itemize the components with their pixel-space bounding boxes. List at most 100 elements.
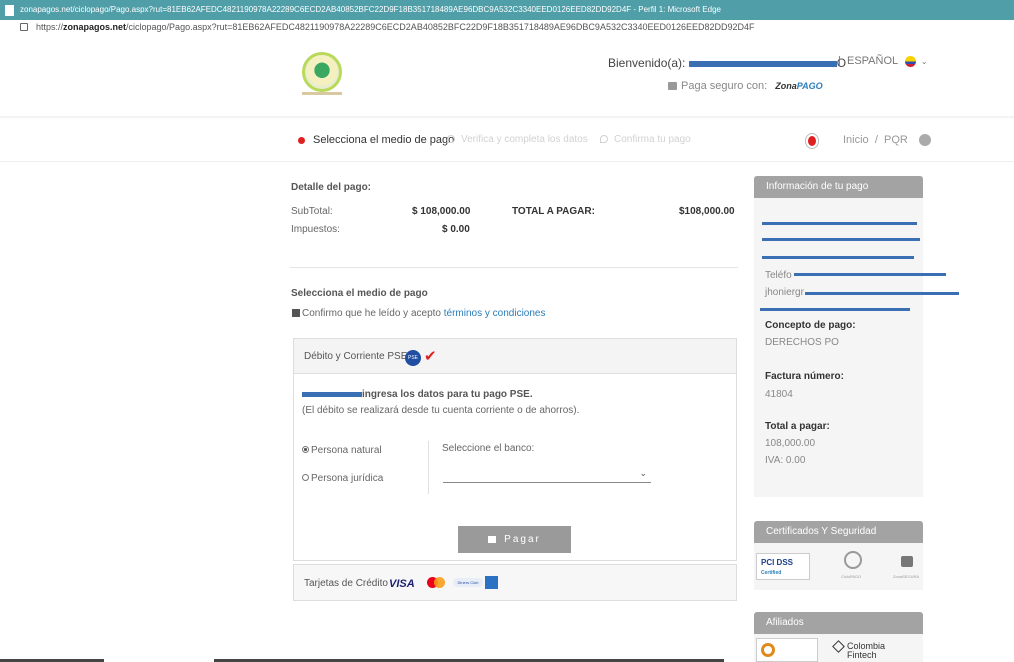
- iva-value: IVA: 0.00: [765, 455, 806, 466]
- concept-label: Concepto de pago:: [765, 320, 856, 331]
- subtotal-label: SubTotal:: [291, 206, 333, 217]
- chevron-down-icon: ⌄: [920, 57, 928, 66]
- total-pay-value: 108,000.00: [765, 438, 816, 449]
- affiliates-header: Afiliados: [754, 612, 923, 634]
- column-divider: [428, 441, 429, 494]
- language-selector[interactable]: | ESPAÑOL ⌄: [838, 55, 928, 67]
- url-prefix: https://: [36, 22, 64, 32]
- secure-payment: Paga seguro con: ZonaPAGO: [668, 80, 823, 92]
- zonapago-logo-b: PAGO: [796, 81, 823, 91]
- invoice-label: Factura número:: [765, 371, 844, 382]
- redacted-line: [805, 292, 959, 295]
- zonasegura-lock-icon[interactable]: [901, 556, 913, 567]
- taxes-label: Impuestos:: [291, 224, 340, 235]
- step-3: Confirma tu pago: [600, 134, 691, 145]
- ciclopago-label: CicloPAGO: [841, 574, 862, 579]
- terms-link[interactable]: términos y condiciones: [444, 308, 546, 319]
- camara-ring-icon: [761, 643, 775, 657]
- bank-select[interactable]: ⌄: [443, 466, 651, 483]
- pci-label: PCI DSS: [761, 558, 794, 567]
- radio-icon[interactable]: [302, 474, 309, 481]
- amex-icon: [485, 576, 498, 589]
- pse-header[interactable]: Débito y Corriente PSE PSE ✔: [294, 339, 736, 374]
- welcome-label: Bienvenido(a):: [608, 56, 686, 70]
- phone-label: Teléfo: [765, 270, 792, 281]
- step-2: Verifica y completa los datos: [447, 134, 588, 145]
- concept-value: DERECHOS PO: [765, 337, 839, 348]
- site-logo-icon[interactable]: [302, 52, 342, 92]
- ciclopago-icon[interactable]: [844, 551, 862, 569]
- cards-title: Tarjetas de Crédito: [304, 578, 388, 589]
- camara-comercio-logo[interactable]: [756, 638, 818, 662]
- payment-info-header: Información de tu pago: [754, 176, 923, 198]
- padlock-icon: [668, 82, 677, 90]
- redacted-username: [688, 60, 837, 67]
- email-start: jhoniergr: [765, 287, 804, 298]
- terms-row: Confirmo que he leído y acepto términos …: [292, 308, 545, 319]
- inicio-link[interactable]: Inicio: [843, 134, 869, 146]
- credit-cards-panel[interactable]: Tarjetas de Crédito VISA Diners Club: [293, 564, 737, 601]
- step-1-label: Selecciona el medio de pago: [313, 134, 455, 146]
- pay-button[interactable]: Pagar: [458, 526, 571, 553]
- url-domain: zonapagos.net: [63, 22, 127, 32]
- person-juridica-option[interactable]: Persona jurídica: [302, 473, 383, 484]
- redacted-line: [760, 308, 910, 311]
- nav-separator: /: [874, 134, 878, 146]
- secure-label: Paga seguro con:: [681, 80, 768, 92]
- visa-logo: VISA: [389, 578, 415, 590]
- lock-icon: [20, 23, 28, 31]
- colombia-fintech-logo[interactable]: Colombia Fintech: [832, 640, 885, 660]
- redacted-name: [302, 391, 362, 397]
- window-titlebar: zonapagos.net/ciclopago/Pago.aspx?rut=81…: [0, 0, 1014, 20]
- pci-dss-badge[interactable]: PCI DSS Certified: [756, 553, 810, 580]
- assistant-icon[interactable]: [806, 134, 818, 148]
- location-pin-icon: [447, 135, 455, 144]
- subtotal-value: $ 108,000.00: [412, 206, 471, 217]
- pse-instruction-row: ingresa los datos para tu pago PSE.: [302, 389, 533, 400]
- pqr-link[interactable]: PQR: [884, 134, 908, 146]
- welcome-text: Bienvenido(a): O: [608, 56, 846, 70]
- diamond-icon: [832, 640, 845, 653]
- person-natural-option[interactable]: Persona natural: [302, 445, 382, 456]
- redacted-line: [762, 256, 914, 259]
- nav-links: Inicio / PQR: [843, 134, 931, 147]
- terms-prefix: Confirmo que he leído y acepto: [302, 308, 441, 319]
- address-bar[interactable]: https://zonapagos.net/ciclopago/Pago.asp…: [0, 20, 1014, 34]
- step-2-label: Verifica y completa los datos: [461, 134, 588, 145]
- radio-selected-icon[interactable]: [302, 446, 309, 453]
- pse-note: (El débito se realizará desde tu cuenta …: [302, 405, 580, 416]
- step-3-label: Confirma tu pago: [614, 134, 691, 145]
- site-header: [0, 34, 1014, 116]
- zonasegura-label: ZonaSEGURA: [893, 574, 920, 579]
- affiliate-fintech: Fintech: [847, 650, 877, 660]
- payment-method-title: Selecciona el medio de pago: [291, 288, 428, 299]
- pse-instruction: ingresa los datos para tu pago PSE.: [362, 389, 533, 400]
- url-rest: /ciclopago/Pago.aspx?rut=81EB62AFEDC4821…: [126, 22, 755, 32]
- header-separator: |: [838, 55, 841, 67]
- taxes-value: $ 0.00: [442, 224, 470, 235]
- pay-button-label: Pagar: [504, 534, 541, 545]
- zonapago-logo-a: Zona: [775, 81, 797, 91]
- person-juridica-label: Persona jurídica: [311, 473, 384, 484]
- person-natural-label: Persona natural: [311, 445, 382, 456]
- window-title: zonapagos.net/ciclopago/Pago.aspx?rut=81…: [20, 5, 721, 14]
- invoice-value: 41804: [765, 389, 793, 400]
- pse-logo-icon: PSE: [405, 350, 421, 366]
- chat-icon[interactable]: [918, 134, 931, 147]
- zonapago-logo: ZonaPAGO: [775, 81, 822, 91]
- redacted-line: [762, 238, 920, 241]
- chevron-down-icon: ⌄: [639, 468, 647, 478]
- terms-checkbox[interactable]: [292, 309, 300, 317]
- language-label: ESPAÑOL: [846, 55, 898, 67]
- location-pin-icon: [600, 135, 608, 144]
- redacted-line: [794, 273, 946, 276]
- diners-logo: Diners Club: [453, 578, 483, 587]
- colombia-flag-icon: [904, 55, 916, 67]
- security-header: Certificados Y Seguridad: [754, 521, 923, 543]
- total-value: $108,000.00: [679, 206, 735, 217]
- padlock-icon: [488, 536, 497, 543]
- logo-caption: [302, 92, 342, 95]
- detail-title: Detalle del pago:: [291, 182, 372, 193]
- active-step-icon: [298, 136, 305, 144]
- pci-sublabel: Certified: [761, 570, 782, 576]
